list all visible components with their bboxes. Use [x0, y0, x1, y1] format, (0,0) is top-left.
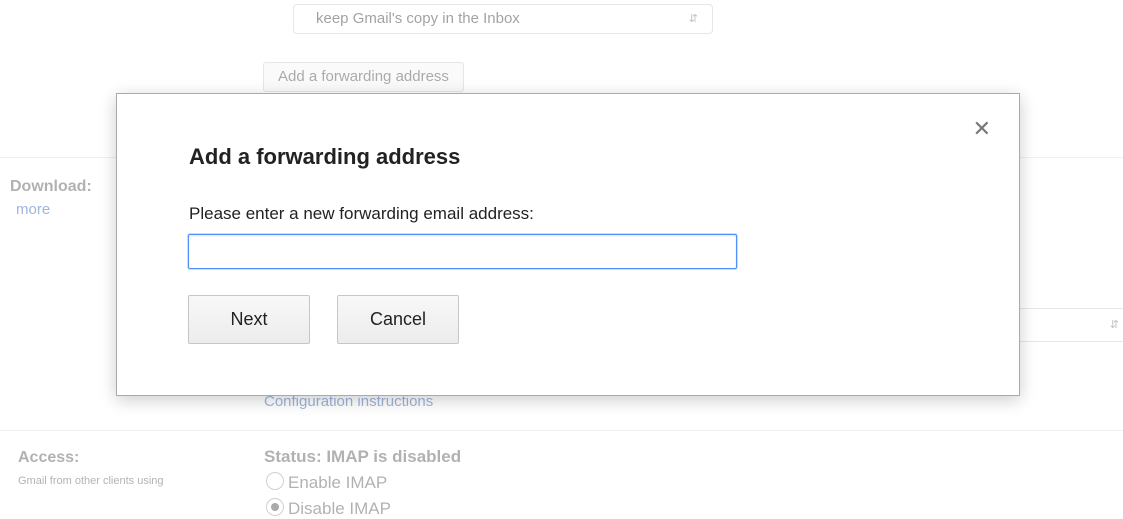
select-arrows-icon: ⇵ [688, 13, 698, 25]
close-icon[interactable]: ✕ [973, 118, 991, 140]
add-forwarding-address-button[interactable]: Add a forwarding address [263, 62, 464, 92]
disable-imap-label: Disable IMAP [288, 499, 391, 518]
learn-more-link[interactable]: more [16, 201, 50, 218]
disable-imap-radio[interactable] [266, 498, 284, 516]
enable-imap-radio[interactable] [266, 472, 284, 490]
imap-status: Status: IMAP is disabled [264, 447, 462, 466]
cancel-button[interactable]: Cancel [337, 295, 459, 344]
enable-imap-option[interactable]: Enable IMAP [266, 472, 387, 493]
section-divider [0, 430, 1123, 431]
access-label: Access: [18, 449, 80, 466]
add-forwarding-dialog: ✕ Add a forwarding address Please enter … [116, 93, 1020, 396]
forward-copy-select-value: keep Gmail's copy in the Inbox [316, 10, 520, 27]
forwarding-email-input[interactable] [188, 234, 737, 269]
forward-copy-select[interactable]: keep Gmail's copy in the Inbox ⇵ [293, 4, 713, 34]
download-label: Download: [10, 178, 92, 195]
select-arrows-icon: ⇵ [1109, 319, 1119, 331]
disable-imap-option[interactable]: Disable IMAP [266, 498, 391, 519]
dialog-prompt: Please enter a new forwarding email addr… [189, 204, 534, 223]
next-button[interactable]: Next [188, 295, 310, 344]
access-sublabel: Gmail from other clients using [18, 475, 164, 487]
dialog-title: Add a forwarding address [189, 144, 461, 169]
enable-imap-label: Enable IMAP [288, 473, 388, 492]
